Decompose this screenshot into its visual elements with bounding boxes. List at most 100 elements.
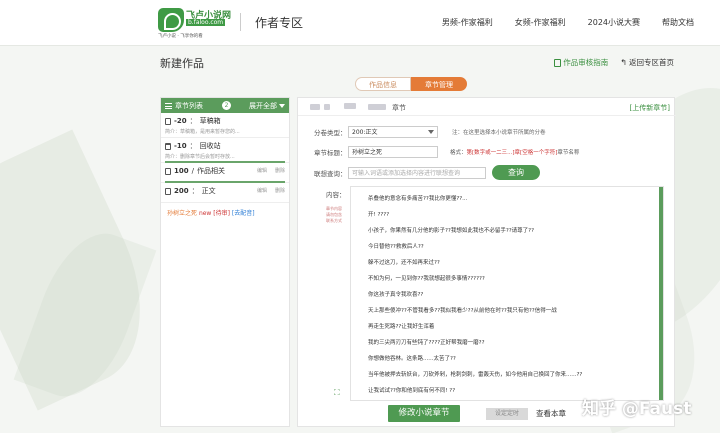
book-icon [165,167,171,175]
editor-line: 你想做他吞林。这条路......太苦了?? [368,356,456,362]
site-logo[interactable]: 飞卢小说网 b.faloo.com 飞卢小说 · 飞享你的看 [158,8,231,39]
list-icon [165,102,172,109]
chapter-content-editor[interactable]: 杀叠他的意念有多痛苦??我比你更懂??... 开! ???? 小孩子，你果然有几分他… [350,186,664,401]
editor-line: 杀叠他的意念有多痛苦??我比你更懂??... [368,196,468,202]
review-guide-label: 作品审核指南 [563,58,609,67]
content-tip: 章节内容请勿包含联系方式 [326,206,342,223]
section-title: 作者专区 [255,16,304,30]
nav-contest-2024[interactable]: 2024小说大赛 [588,17,640,28]
modify-chapter-button[interactable]: 修改小说章节 [388,405,460,422]
fullscreen-icon[interactable]: ⛶ [334,388,340,398]
volume-main-text[interactable]: 200：正文 编辑 删除 [161,183,289,203]
query-label: 联想查询： [314,169,347,178]
volume-work-related[interactable]: 100/ 作品相关 编辑 删除 [161,163,289,183]
volume-type-label: 分卷类型： [314,129,347,137]
delete-volume-button[interactable]: 删除 [275,187,285,194]
editor-line: 再走生死路??让我好生浑着 [368,324,435,330]
book-icon [165,187,171,195]
editor-line: 今日替他??救救后人?? [368,244,424,250]
redacted-text [324,104,330,110]
dubbing-link[interactable]: [去配音] [232,210,255,217]
volume-name: 草稿箱 [199,117,221,125]
nav-help-docs[interactable]: 帮助文档 [662,17,694,28]
nav-female-welfare[interactable]: 女频-作家福利 [515,17,566,28]
content-label: 内容： [326,191,346,199]
page-title: 新建作品 [160,57,204,70]
redacted-text [310,104,320,110]
new-badge: new [198,210,212,217]
query-row: 联想查询： 可输入词语或添加选择内容进行联想查询 查询 [314,165,540,180]
logo-icon [158,8,184,32]
tab-bar: 作品信息 章节管理 [355,77,467,91]
volume-recycle-bin[interactable]: -10：回收站 简介：删除章节后会暂时存放... [161,138,289,163]
volume-row: 分卷类型： 200:正文 注：在这里选择本小说章节所属的分卷 [314,126,546,138]
back-home-link[interactable]: ↰ 返回专区首页 [620,57,674,68]
nav-male-welfare[interactable]: 男频-作家福利 [442,17,493,28]
watermark: 知乎 @Faust [582,399,692,419]
chapter-list-title: 章节列表 [175,101,203,110]
volume-type-select[interactable]: 200:正文 [348,126,438,138]
logo-slogan: 飞卢小说 · 飞享你的看 [158,34,203,39]
format-tail: 章节名称 [557,150,580,156]
editor-line: 我的三尖两刃刀有些钝了????正好帮我磨一磨?? [368,340,485,346]
volume-id: -20 [174,117,187,125]
editor-line: 开! ???? [368,212,390,218]
volume-name: 正文 [201,187,216,195]
format-hint: 格式：第[数字或一二三...]章[空格一个字符]章节名称 [450,148,579,156]
header-divider [240,13,241,31]
volume-type-value: 200:正文 [352,129,378,136]
top-nav: 男频-作家福利 女频-作家福利 2024小说大赛 帮助文档 [442,17,694,28]
view-chapter-link[interactable]: 查看本章 [536,408,566,419]
back-home-label: 返回专区首页 [629,58,674,67]
query-input[interactable]: 可输入词语或添加选择内容进行联想查询 [348,166,486,179]
tab-work-info[interactable]: 作品信息 [355,77,411,91]
editor-line: 你这孩子真令我欢喜?? [368,292,424,298]
chapter-count-badge: 2 [222,101,231,110]
scrollbar-thumb[interactable] [659,187,663,400]
expand-all-button[interactable]: 展开全部 [249,101,285,111]
chapter-list-header: 章节列表 2 展开全部 [161,98,289,113]
chapter-title-input[interactable]: 孙树立之死 [348,146,438,158]
volume-id: 200 [174,187,189,195]
chapter-title-label: 章节标题： [314,149,347,157]
editor-line: 不知为何，一见到你??我就想起很多事情?????? [368,276,485,282]
chapter-name[interactable]: 孙树立之死 [167,210,197,217]
logo-url: b.faloo.com [186,19,226,26]
expand-all-label: 展开全部 [249,102,277,110]
editor-line: 当年他被押去斩妖台，刀砍斧剁，枪刺剑刺，雷轰天伤，如今他用自己换回了你来....… [368,372,583,378]
query-button[interactable]: 查询 [492,165,540,180]
status-tag: [待审] [213,210,230,217]
page-links: 作品审核指南 ↰ 返回专区首页 [554,57,674,68]
edit-volume-button[interactable]: 编辑 [257,167,267,174]
chapter-item[interactable]: 孙树立之死 new [待审] [去配音] [161,203,289,222]
editor-line: 躲不过这刀，还不如再来过?? [368,260,440,266]
redacted-text [344,103,356,109]
return-icon: ↰ [620,58,627,67]
chapter-list-panel: 章节列表 2 展开全部 -20：草稿箱 简介：草稿箱，是用来暂存您的... -1… [160,97,290,427]
schedule-button[interactable]: 设定定时 [486,407,528,420]
edit-volume-button[interactable]: 编辑 [257,187,267,194]
volume-drafts[interactable]: -20：草稿箱 简介：草稿箱，是用来暂存您的... [161,113,289,138]
title-row: 章节标题： 孙树立之死 格式：第[数字或一二三...]章[空格一个字符]章节名称 [314,146,579,158]
upload-new-chapter-link[interactable]: [上传新章节] [630,103,670,113]
trash-icon [165,142,171,150]
volume-name: 作品相关 [196,167,225,175]
review-guide-link[interactable]: 作品审核指南 [554,57,608,68]
redacted-text [368,104,386,110]
editor-text: 杀叠他的意念有多痛苦??我比你更懂??... 开! ???? 小孩子，你果然有几分他… [351,187,663,399]
volume-id: 100 [174,167,189,175]
delete-volume-button[interactable]: 删除 [275,167,285,174]
top-header: 飞卢小说网 b.faloo.com 飞卢小说 · 飞享你的看 作者专区 男频-作… [0,0,720,46]
format-rule: 第[数字或一二三...]章[空格一个字符] [466,150,558,156]
volume-desc: 简介：草稿箱，是用来暂存您的... [165,129,240,135]
editor-actions: 修改小说章节 设定定时 查看本章 [388,405,566,422]
volume-id: -10 [174,142,187,150]
tab-chapter-manage[interactable]: 章节管理 [411,77,467,91]
chevron-down-icon [428,130,434,134]
document-icon [554,58,562,67]
caret-down-icon [279,104,285,108]
editor-line: 小孩子，你果然有几分他的影子??我想如此我也不必留手??请尊了?? [368,228,535,234]
editor-line: 天上那些傻冲??不管我看多??我似我看少??从前他在时??我只有他??信得一战 [368,308,557,314]
volume-name: 回收站 [199,142,221,150]
editor-header: 章节 [上传新章节] [298,98,676,116]
